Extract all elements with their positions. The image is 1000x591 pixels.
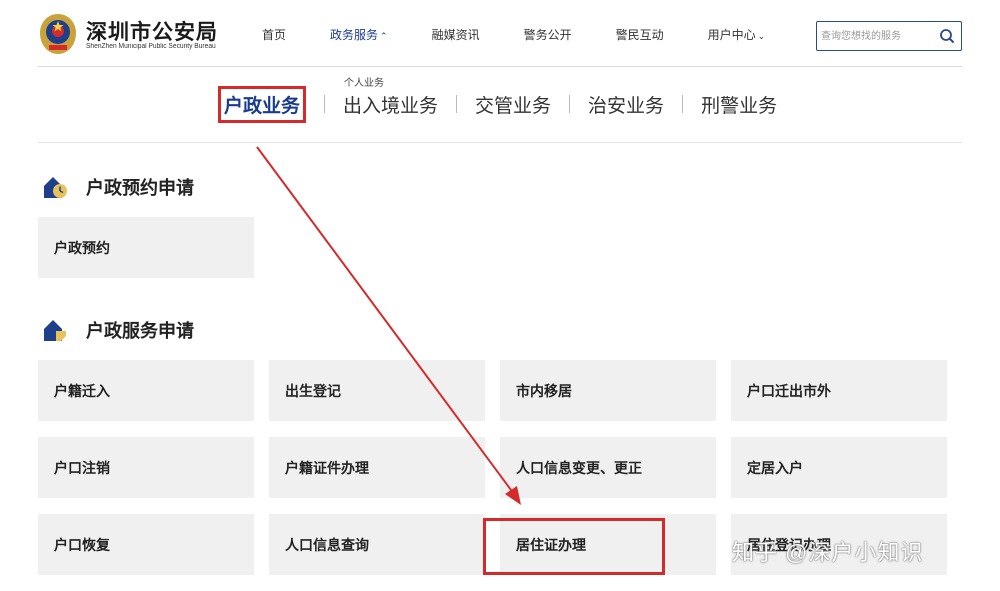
service-card-info-query[interactable]: 人口信息查询 (269, 514, 485, 575)
section-title-appointment-text: 户政预约申请 (86, 178, 194, 198)
nav-item-home[interactable]: 首页 (262, 26, 286, 43)
tab-public-security[interactable]: 治安业务 (588, 91, 664, 118)
tab-traffic[interactable]: 交管业务 (475, 91, 551, 118)
header-divider (38, 66, 962, 67)
service-card-intra-city-move[interactable]: 市内移居 (500, 360, 716, 421)
service-card-birth-registration[interactable]: 出生登记 (269, 360, 485, 421)
section-title-services-text: 户政服务申请 (86, 321, 194, 341)
main-nav: 首页 政务服务 ⌃ 融媒资讯 警务公开 警民互动 用户中心 ⌄ (262, 26, 809, 43)
nav-item-media[interactable]: 融媒资讯 (432, 26, 480, 43)
tabs-divider (38, 142, 962, 143)
chevron-down-icon: ⌄ (757, 31, 766, 41)
nav-item-interaction[interactable]: 警民互动 (616, 26, 664, 43)
nav-item-gov-services-label: 政务服务 (330, 28, 379, 42)
section-title-appointment: 户政预约申请 (42, 174, 194, 200)
section-title-services: 户政服务申请 (42, 317, 194, 343)
service-card-info-change[interactable]: 人口信息变更、更正 (500, 437, 716, 498)
search-icon[interactable] (939, 28, 955, 44)
tab-divider (456, 95, 458, 113)
nav-item-police-affairs[interactable]: 警务公开 (524, 26, 572, 43)
tab-divider (324, 95, 326, 113)
service-card-settle-register[interactable]: 定居入户 (731, 437, 947, 498)
tab-divider (682, 95, 684, 113)
service-card-household-documents[interactable]: 户籍证件办理 (269, 437, 485, 498)
tab-exit-entry[interactable]: 出入境业务 (343, 91, 438, 118)
house-hand-icon (44, 320, 66, 341)
service-card-household-cancellation[interactable]: 户口注销 (38, 437, 254, 498)
tab-criminal[interactable]: 刑警业务 (701, 91, 777, 118)
police-emblem-logo[interactable] (38, 12, 78, 56)
site-subtitle: ShenZhen Municipal Public Security Burea… (86, 43, 216, 50)
nav-item-gov-services[interactable]: 政务服务 ⌃ (330, 26, 388, 43)
annotation-highlight-box (483, 518, 665, 575)
search-box (816, 21, 962, 51)
search-input[interactable] (821, 27, 931, 45)
nav-item-user-center[interactable]: 用户中心 ⌄ (708, 26, 766, 43)
service-card-household-restore[interactable]: 户口恢复 (38, 514, 254, 575)
chevron-up-icon: ⌃ (380, 31, 388, 41)
service-card-household-move-in[interactable]: 户籍迁入 (38, 360, 254, 421)
header: 深圳市公安局 ShenZhen Municipal Public Securit… (0, 0, 1000, 68)
service-card-household-appointment[interactable]: 户政预约 (38, 217, 254, 278)
tab-household[interactable]: 户政业务 (218, 85, 307, 123)
tab-divider (569, 95, 571, 113)
service-card-move-out-city[interactable]: 户口迁出市外 (731, 360, 947, 421)
business-tabs: 户政业务 出入境业务 交管业务 治安业务 刑警业务 (218, 84, 777, 124)
nav-item-user-center-label: 用户中心 (707, 28, 756, 42)
site-title: 深圳市公安局 (86, 21, 218, 44)
watermark-text: 知乎 @深户小知识 (732, 540, 924, 565)
house-clock-icon (44, 177, 67, 198)
